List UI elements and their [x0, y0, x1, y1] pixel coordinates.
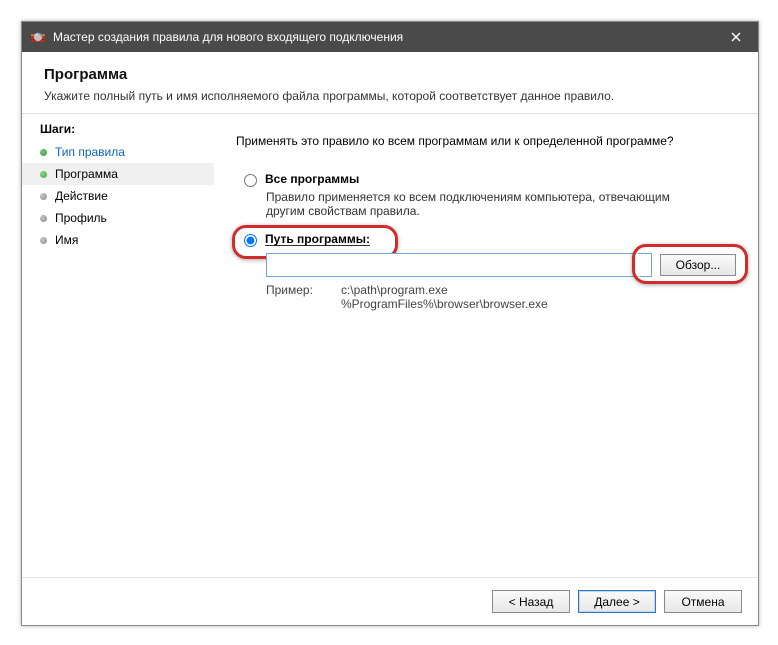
bullet-icon	[40, 193, 47, 200]
footer-buttons: < Назад Далее > Отмена	[22, 577, 758, 625]
steps-sidebar: Шаги: Тип правила Программа Действие Про…	[22, 114, 214, 577]
firewall-icon	[30, 29, 46, 45]
steps-header: Шаги:	[22, 122, 214, 141]
page-subtitle: Укажите полный путь и имя исполняемого ф…	[44, 89, 738, 103]
step-label: Программа	[55, 167, 118, 181]
bullet-icon	[40, 149, 47, 156]
bullet-icon	[40, 171, 47, 178]
close-button[interactable]	[713, 22, 758, 52]
bullet-icon	[40, 237, 47, 244]
program-path-input[interactable]	[266, 253, 652, 277]
step-label: Профиль	[55, 211, 107, 225]
path-example: Пример: c:\path\program.exe %ProgramFile…	[266, 283, 736, 311]
step-profile[interactable]: Профиль	[22, 207, 214, 229]
example-label: Пример:	[266, 283, 313, 311]
page-header: Программа Укажите полный путь и имя испо…	[22, 52, 758, 114]
step-program[interactable]: Программа	[22, 163, 214, 185]
window-title: Мастер создания правила для нового входя…	[53, 30, 403, 44]
bullet-icon	[40, 215, 47, 222]
browse-button[interactable]: Обзор...	[660, 254, 736, 276]
option-all-programs-desc: Правило применяется ко всем подключениям…	[266, 190, 706, 218]
step-name[interactable]: Имя	[22, 229, 214, 251]
step-action[interactable]: Действие	[22, 185, 214, 207]
option-all-programs-label: Все программы	[265, 172, 359, 186]
cancel-button[interactable]: Отмена	[664, 590, 742, 613]
titlebar: Мастер создания правила для нового входя…	[22, 22, 758, 52]
option-program-path[interactable]: Путь программы:	[244, 232, 736, 247]
back-button[interactable]: < Назад	[492, 590, 570, 613]
page-title: Программа	[44, 66, 738, 83]
step-label: Имя	[55, 233, 78, 247]
main-panel: Применять это правило ко всем программам…	[214, 114, 758, 577]
option-all-programs[interactable]: Все программы	[244, 172, 736, 187]
next-button[interactable]: Далее >	[578, 590, 656, 613]
step-rule-type[interactable]: Тип правила	[22, 141, 214, 163]
radio-all-programs[interactable]	[244, 174, 257, 187]
example-text: c:\path\program.exe %ProgramFiles%\brows…	[341, 283, 548, 311]
prompt-text: Применять это правило ко всем программам…	[236, 134, 736, 148]
radio-program-path[interactable]	[244, 234, 257, 247]
option-program-path-label: Путь программы:	[265, 232, 370, 246]
wizard-window: Мастер создания правила для нового входя…	[21, 21, 759, 626]
step-label: Действие	[55, 189, 108, 203]
step-label[interactable]: Тип правила	[55, 145, 125, 159]
